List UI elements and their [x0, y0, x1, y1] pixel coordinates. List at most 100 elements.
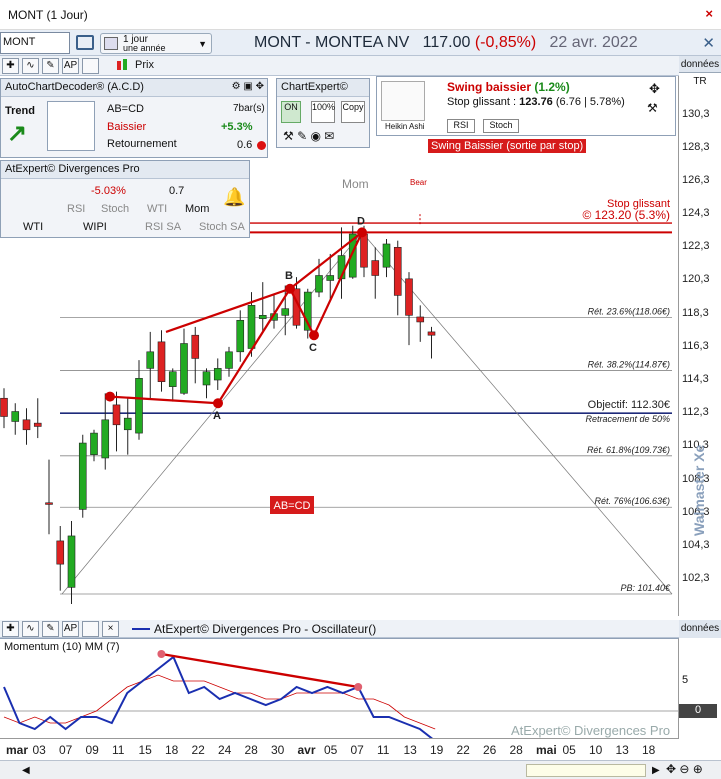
price-label: Prix: [135, 59, 154, 71]
pattern-point: [285, 283, 295, 294]
rsi-button[interactable]: RSI: [447, 119, 475, 133]
price-tick: 118,3: [682, 306, 709, 319]
chartexpert-panel: ChartExpert© ON 100% Copy ⚒ ✎ ◉ ✉: [276, 78, 370, 148]
candle-body: [326, 275, 335, 281]
scroll-thumb[interactable]: [526, 764, 646, 777]
osc-ap-icon[interactable]: AP: [62, 621, 79, 637]
date-label: 07: [59, 743, 73, 757]
candle-body: [315, 275, 323, 293]
status-dot-icon: [257, 141, 266, 150]
pattern-thumbnail-icon: [47, 101, 95, 151]
price-tick: 122,3: [682, 240, 710, 253]
horizontal-scrollbar[interactable]: ◀ ▶ ✥ ⊖ ⊕: [0, 760, 721, 779]
osc-window-icon[interactable]: [82, 621, 99, 637]
date-label: 26: [483, 743, 497, 757]
osc-drawing-icon[interactable]: ✎: [42, 621, 59, 637]
ret382-label: Rét. 38.2%(114.87€): [588, 360, 670, 370]
price-change: (-0,85%): [474, 34, 537, 51]
swing-banner: Swing Baissier (sortie par stop): [428, 139, 587, 153]
bell-icon[interactable]: 🔔: [223, 187, 245, 208]
div-wti[interactable]: WTI: [147, 203, 167, 215]
period-select[interactable]: 1 jour une année ▼: [100, 33, 212, 54]
price-chart[interactable]: A B C D Mom Bear Stop glissant © 123.20 (5.3%) R…: [0, 76, 679, 616]
date-label: 05: [562, 743, 576, 757]
stoch-button[interactable]: Stoch: [483, 119, 519, 133]
scroll-right-icon[interactable]: ▶: [652, 765, 660, 776]
retr50-label: Retracement de 50%: [585, 414, 670, 424]
chevron-down-icon: ▼: [198, 39, 207, 49]
price-date: 22 avr. 2022: [549, 34, 638, 51]
candle-body: [225, 351, 233, 369]
indicator-tool-icon[interactable]: ∿: [22, 58, 39, 74]
acd-score: 0.6: [237, 139, 253, 151]
divergences-header: AtExpert© Divergences Pro: [1, 161, 249, 179]
copy-button[interactable]: Copy: [341, 101, 365, 123]
ap-tool-icon[interactable]: AP: [62, 58, 79, 74]
div-stoch-sa[interactable]: Stoch SA: [199, 221, 245, 233]
chartexpert-title: ChartExpert©: [281, 81, 348, 93]
div-wti2[interactable]: WTI: [23, 221, 43, 233]
candle-body: [90, 432, 98, 455]
div-mom[interactable]: Mom: [185, 203, 209, 215]
swing-title-text: Swing baissier: [447, 80, 532, 94]
price-tick: 130,3: [682, 107, 710, 120]
scroll-left-icon[interactable]: ◀: [22, 765, 30, 776]
book-icon[interactable]: [76, 35, 94, 50]
stop-line: Stop glissant : 123.76 (6.76 | 5.78%): [447, 96, 625, 108]
chartexpert-tools-icon[interactable]: ⚒ ✎ ◉ ✉: [283, 129, 334, 143]
date-label: 15: [138, 743, 152, 757]
date-label: 18: [165, 743, 179, 757]
point-label-d: D: [357, 215, 365, 227]
date-label: 19: [430, 743, 444, 757]
stop-value: 123.76: [519, 96, 553, 108]
price-axis: données TR 130,3 128,3 126,3 124,3 122,3 120,…: [679, 56, 721, 620]
hammer-icon[interactable]: ⚒: [647, 101, 658, 115]
side-watermark: Walmaster Xe: [691, 444, 707, 536]
candle-body: [371, 260, 380, 276]
tools-icon[interactable]: ✕: [702, 34, 715, 52]
date-label: 11: [112, 743, 125, 757]
window-tool-icon[interactable]: [82, 58, 99, 74]
point-label-c: C: [309, 342, 317, 354]
pct100-button[interactable]: 100%: [311, 101, 335, 123]
osc-cursor-icon[interactable]: ✚: [2, 621, 19, 637]
osc-close-icon[interactable]: ×: [102, 621, 119, 637]
bear-label: Bear: [410, 178, 427, 187]
symbol-input[interactable]: MONT: [0, 32, 70, 54]
div-value: 0.7: [169, 185, 185, 197]
osc-watermark: AtExpert© Divergences Pro: [511, 723, 671, 738]
panel-controls-icon[interactable]: ⚙ ▣ ✥: [232, 81, 264, 92]
osc-legend-line: [132, 628, 150, 630]
div-rsi[interactable]: RSI: [67, 203, 85, 215]
ret76-label: Rét. 76%(106.63€): [594, 496, 670, 506]
chartexpert-header: ChartExpert©: [277, 79, 369, 97]
candle-body: [22, 419, 31, 431]
div-wipi[interactable]: WIPI: [83, 221, 107, 233]
move-icon[interactable]: ✥: [649, 81, 660, 97]
on-button[interactable]: ON: [281, 101, 301, 123]
candle-body: [112, 404, 121, 426]
close-icon[interactable]: ×: [705, 6, 713, 21]
swing-panel: Heikin Ashi Swing baissier (1.2%) Stop g…: [376, 76, 676, 136]
oscillator-panel[interactable]: Momentum (10) MM (7) AtExpert© Divergenc…: [0, 638, 679, 738]
candle-body: [33, 422, 42, 427]
divergences-panel: AtExpert© Divergences Pro -5.03% 0.7 RSI…: [0, 160, 250, 238]
date-label: 28: [244, 743, 258, 757]
div-stoch[interactable]: Stoch: [101, 203, 129, 215]
pattern-point: [309, 330, 319, 341]
date-label: 22: [191, 743, 205, 757]
candle-body: [67, 535, 76, 588]
drawing-tool-icon[interactable]: ✎: [42, 58, 59, 74]
osc-indicator-icon[interactable]: ∿: [22, 621, 39, 637]
candle-body: [157, 341, 166, 382]
candle-body: [180, 343, 188, 394]
ret236-label: Rét. 23.6%(118.06€): [588, 307, 670, 317]
div-rsi-sa[interactable]: RSI SA: [145, 221, 181, 233]
candle-icon: [116, 59, 129, 73]
nav-controls-icon[interactable]: ✥ ⊖ ⊕: [666, 762, 703, 776]
date-label: 22: [456, 743, 470, 757]
cursor-tool-icon[interactable]: ✚: [2, 58, 19, 74]
title-bar: MONT (1 Jour) ×: [0, 0, 721, 30]
pattern-point: [213, 398, 223, 409]
date-label: mar: [6, 743, 29, 757]
